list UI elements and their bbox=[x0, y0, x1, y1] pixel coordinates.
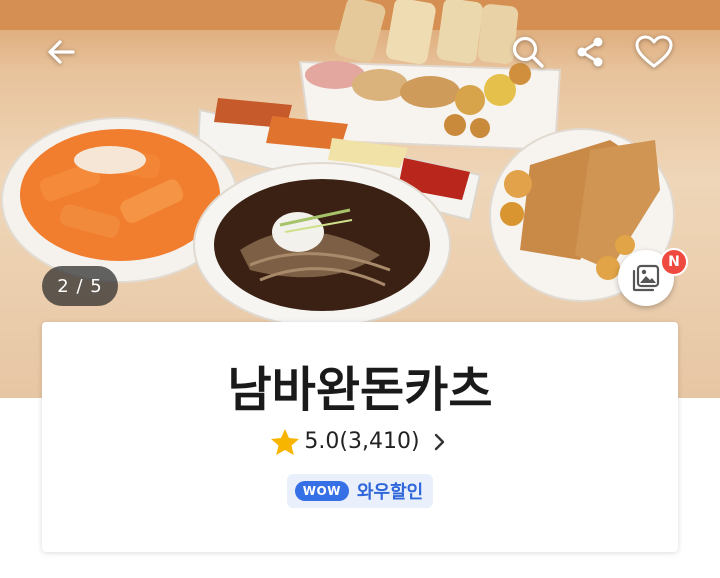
rating-value: 5.0(3,410) bbox=[304, 429, 420, 455]
heart-outline-icon bbox=[635, 35, 673, 68]
new-badge: N bbox=[660, 248, 688, 276]
store-info-card: 남바완돈카츠 5.0(3,410) WOW 와우할인 bbox=[42, 322, 678, 552]
wow-pill: WOW bbox=[294, 480, 349, 501]
search-button[interactable] bbox=[506, 30, 550, 74]
wow-discount-badge: WOW 와우할인 bbox=[286, 473, 434, 508]
noodle-bowl bbox=[193, 162, 451, 328]
photo-counter: 2 / 5 bbox=[42, 266, 118, 306]
rating-link[interactable]: 5.0(3,410) bbox=[42, 428, 678, 456]
favorite-button[interactable] bbox=[632, 30, 676, 74]
photo-gallery-icon bbox=[632, 264, 660, 292]
share-button[interactable] bbox=[568, 30, 612, 74]
back-button[interactable] bbox=[40, 30, 84, 74]
arrow-left-icon bbox=[48, 40, 75, 64]
store-name: 남바완돈카츠 bbox=[227, 362, 493, 418]
chevron-right-icon bbox=[434, 433, 444, 450]
search-icon bbox=[512, 36, 544, 68]
wow-discount-label: 와우할인 bbox=[356, 481, 424, 503]
share-icon bbox=[577, 37, 603, 67]
star-icon bbox=[271, 428, 300, 455]
